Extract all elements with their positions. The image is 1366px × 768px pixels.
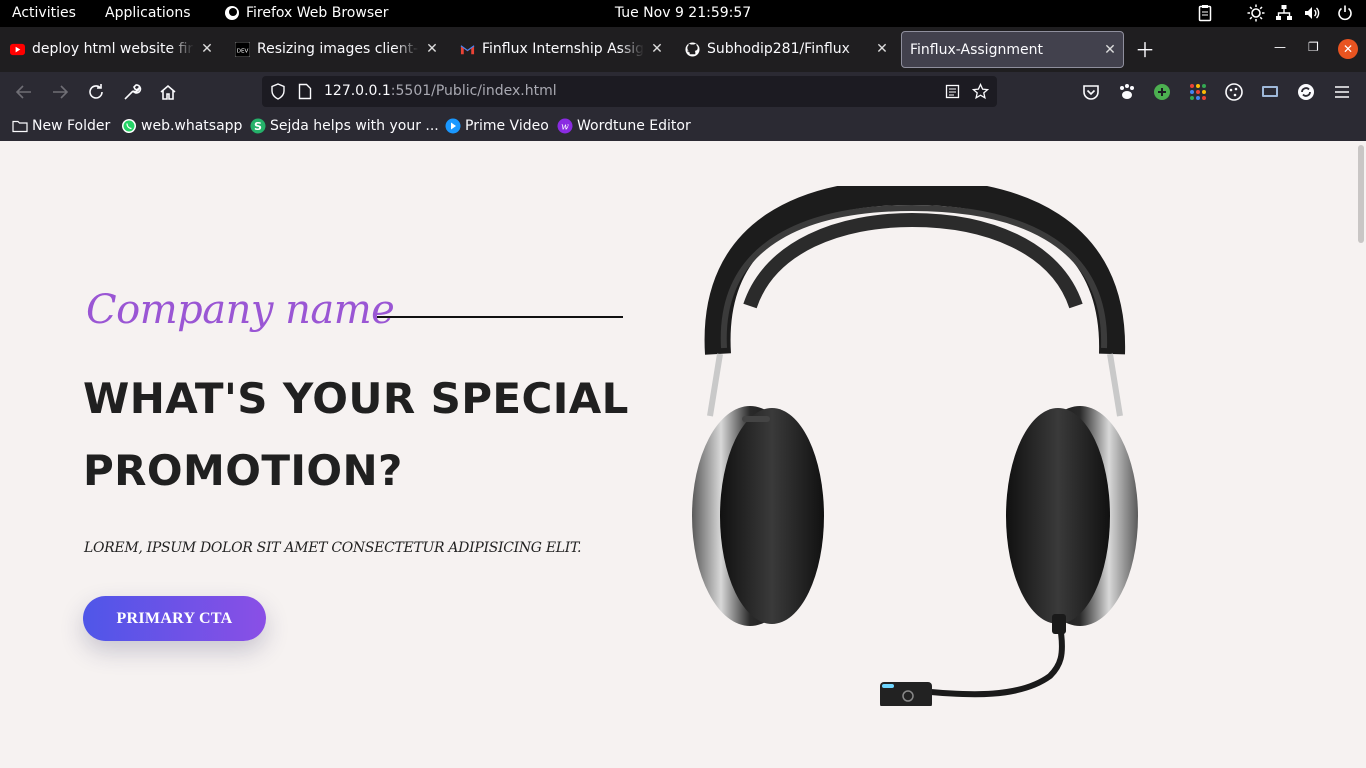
url-bar[interactable]: 127.0.0.1:5501/Public/index.html: [262, 76, 997, 107]
tab-label: Subhodip281/Finflux: [707, 41, 850, 57]
url-host: 127.0.0.1: [324, 83, 391, 99]
window-close-icon[interactable]: ✕: [1338, 39, 1358, 59]
tab-close-icon[interactable]: ✕: [650, 31, 664, 68]
gmail-icon: [460, 45, 475, 55]
svg-text:S: S: [254, 120, 262, 133]
bookmark-label: Sejda helps with your ...: [270, 118, 439, 134]
home-icon[interactable]: [157, 81, 179, 103]
tab-close-icon[interactable]: ✕: [200, 31, 214, 68]
clock[interactable]: Tue Nov 9 21:59:57: [0, 0, 1366, 27]
youtube-icon: [10, 43, 25, 56]
tab-close-icon[interactable]: ✕: [425, 31, 439, 68]
volume-icon[interactable]: [1303, 4, 1321, 22]
wordtune-icon: w: [557, 118, 573, 134]
bookmark-wordtune[interactable]: w Wordtune Editor: [557, 111, 697, 141]
bookmark-new-folder[interactable]: New Folder: [12, 111, 112, 141]
url-path: :5501/Public/index.html: [390, 83, 557, 99]
tab-close-icon[interactable]: ✕: [875, 31, 889, 68]
bookmark-star-icon[interactable]: [972, 83, 989, 100]
bookmark-web-whatsapp[interactable]: web.whatsapp: [121, 111, 243, 141]
dev-icon: DEV: [235, 42, 250, 57]
promo-headline: WHAT'S YOUR SPECIAL PROMOTION?: [83, 374, 629, 495]
page-icon[interactable]: [298, 83, 312, 100]
extension-screen-icon[interactable]: [1259, 81, 1281, 103]
prime-video-icon: [445, 118, 461, 134]
reload-icon[interactable]: [85, 81, 107, 103]
extension-sync-icon[interactable]: [1295, 81, 1317, 103]
tab-label: deploy html website firebase: [32, 41, 194, 57]
new-tab-icon[interactable]: ＋: [1135, 40, 1155, 60]
page-viewport: Company name WHAT'S YOUR SPECIAL PROMOTI…: [0, 141, 1366, 768]
tab-resizing-images[interactable]: DEV Resizing images client-side ✕: [225, 31, 445, 68]
tab-finflux-assignment[interactable]: Finflux-Assignment ✕: [901, 31, 1124, 68]
brightness-icon[interactable]: [1247, 4, 1265, 22]
page-scrollbar[interactable]: [1358, 145, 1364, 243]
extension-grid-icon[interactable]: [1187, 81, 1209, 103]
maximize-icon[interactable]: ❐: [1308, 40, 1319, 54]
bookmark-sejda[interactable]: S Sejda helps with your ...: [250, 111, 439, 141]
tab-strip: deploy html website firebase ✕ DEV Resiz…: [0, 27, 1366, 72]
cookie-icon[interactable]: [1223, 81, 1245, 103]
github-icon: [685, 42, 700, 57]
reader-view-icon[interactable]: [945, 84, 960, 99]
tab-close-icon[interactable]: ✕: [1103, 32, 1117, 67]
clipboard-icon[interactable]: [1196, 4, 1214, 22]
bookmark-label: New Folder: [32, 118, 111, 134]
bookmarks-toolbar: New Folder web.whatsapp S Sejda helps wi…: [0, 111, 1366, 141]
clock-text: Tue Nov 9 21:59:57: [614, 5, 752, 21]
promo-subtext: LOREM, IPSUM DOLOR SIT AMET CONSECTETUR …: [84, 540, 582, 556]
decorative-rule: [377, 316, 623, 318]
pocket-icon[interactable]: [1080, 81, 1102, 103]
bookmark-label: Prime Video: [465, 118, 549, 134]
folder-icon: [12, 120, 28, 133]
whatsapp-icon: [122, 119, 136, 133]
tab-subhodip-finflux[interactable]: Subhodip281/Finflux ✕: [675, 31, 895, 68]
bookmark-prime-video[interactable]: Prime Video: [445, 111, 550, 141]
wrench-icon[interactable]: [121, 81, 143, 103]
forward-icon[interactable]: [49, 81, 71, 103]
svg-text:DEV: DEV: [237, 48, 249, 54]
tab-label: Finflux-Assignment: [910, 42, 1043, 58]
power-icon[interactable]: [1336, 4, 1354, 22]
navigation-toolbar: 127.0.0.1:5501/Public/index.html: [0, 72, 1366, 111]
sejda-icon: S: [250, 118, 266, 134]
url-text[interactable]: 127.0.0.1:5501/Public/index.html: [324, 76, 557, 107]
tab-finflux-internship[interactable]: Finflux Internship Assignment ✕: [450, 31, 670, 68]
company-name: Company name: [86, 287, 395, 333]
tab-label: Resizing images client-side: [257, 41, 419, 57]
primary-cta-button[interactable]: PRIMARY CTA: [83, 596, 266, 641]
minimize-icon[interactable]: —: [1274, 40, 1286, 54]
hamburger-menu-icon[interactable]: [1331, 81, 1353, 103]
system-top-bar: Activities Applications Firefox Web Brow…: [0, 0, 1366, 27]
svg-text:w: w: [561, 123, 569, 133]
bookmark-label: web.whatsapp: [141, 118, 243, 134]
extension-plus-icon[interactable]: [1151, 81, 1173, 103]
tab-deploy-html-website[interactable]: deploy html website firebase ✕: [0, 31, 220, 68]
headphones-image: [692, 186, 1138, 706]
tab-label: Finflux Internship Assignment: [482, 41, 644, 57]
network-icon[interactable]: [1275, 4, 1293, 22]
shield-icon[interactable]: [270, 83, 286, 100]
extension-paw-icon[interactable]: [1116, 81, 1138, 103]
bookmark-label: Wordtune Editor: [577, 118, 691, 134]
back-icon[interactable]: [13, 81, 35, 103]
